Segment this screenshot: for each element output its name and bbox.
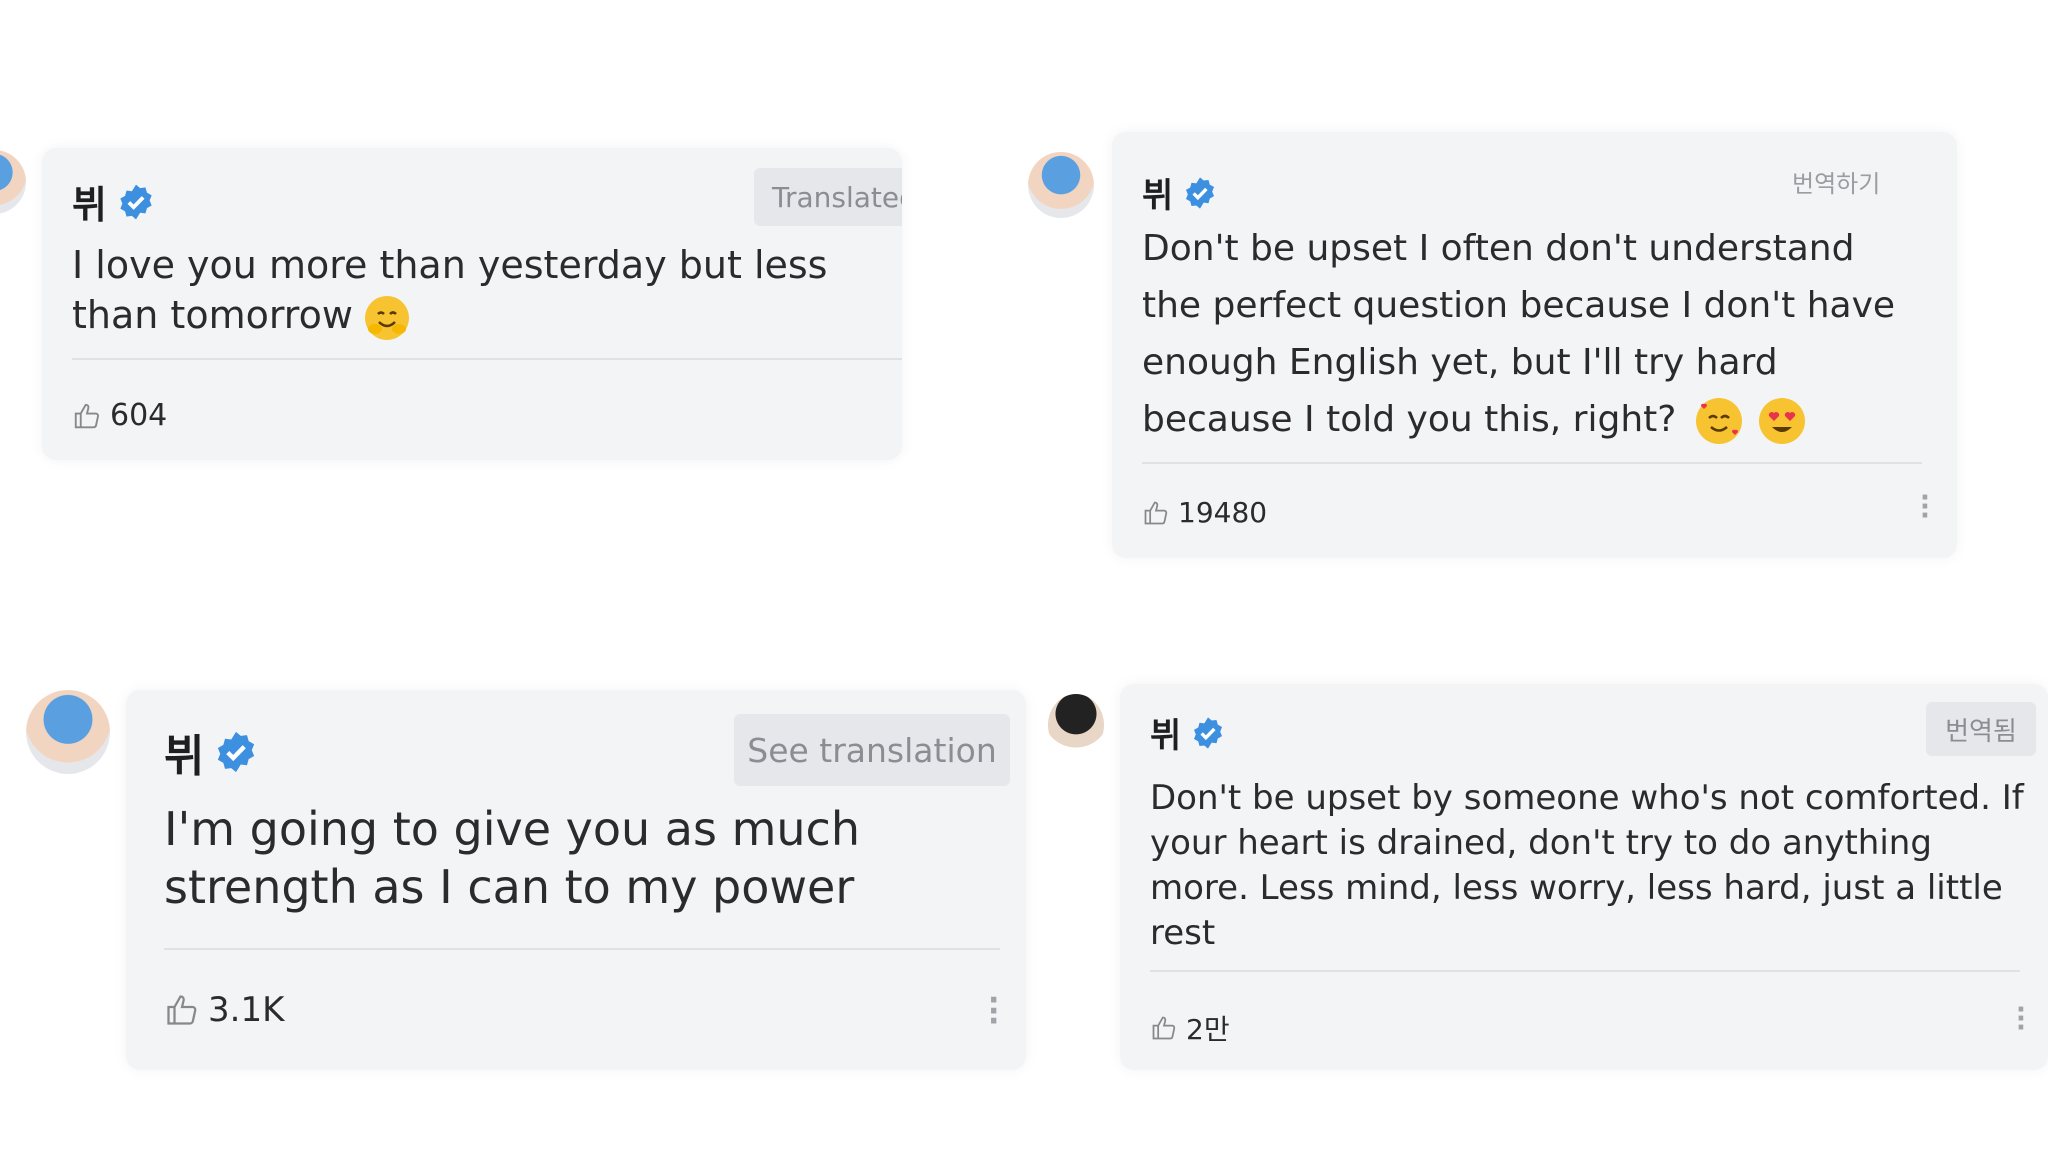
comment-card-4: 뷔 번역됨 Don't be upset by someone who's no… [1120,684,2048,1070]
avatar[interactable] [26,690,110,774]
author-name: 뷔 [1142,176,1174,216]
comment-text: I'm going to give you as much strength a… [164,802,860,914]
comment-card-1: 뷔 Translated I love you more than yester… [42,148,902,460]
more-options-icon[interactable]: · · · [988,986,999,1037]
translate-button[interactable]: See translation [734,714,1010,786]
smiling-face-with-hearts-icon [1695,398,1742,444]
verified-badge-icon [120,184,152,219]
more-options-icon[interactable]: · · · [2016,997,2026,1041]
comment-card-3: 뷔 See translation I'm going to give you … [126,690,1026,1070]
comment-text: I love you more than yesterday but less … [72,240,892,340]
author-name: 뷔 [1150,716,1182,756]
comment-author[interactable]: 뷔 [1142,168,1217,217]
comment-text: Don't be upset by someone who's not comf… [1150,778,2024,953]
more-options-icon[interactable]: · · · [1920,485,1930,529]
like-button[interactable]: 2만 [1150,1008,1230,1048]
verified-badge-icon [218,731,255,773]
thumbs-up-icon [1144,501,1168,524]
like-count: 3.1K [208,990,285,1030]
avatar[interactable] [1028,152,1094,218]
like-count: 19480 [1178,496,1268,529]
hugging-face-icon [365,295,410,340]
divider [72,358,902,360]
divider [1142,462,1922,464]
heart-eyes-icon [1759,398,1806,444]
like-count: 604 [110,398,168,433]
translate-button[interactable]: 번역됨 [1926,702,2036,756]
comment-card-2: 뷔 번역하기 Don't be upset I often don't unde… [1112,132,1957,558]
avatar[interactable] [1048,694,1104,756]
like-button[interactable]: 19480 [1142,496,1267,529]
avatar[interactable] [0,150,26,214]
comment-author[interactable]: 뷔 [72,174,155,229]
divider [164,948,1000,950]
verified-badge-icon [1186,176,1215,209]
like-button[interactable]: 3.1K [164,990,284,1030]
like-button[interactable]: 604 [72,398,167,433]
translate-button[interactable]: Translated [754,168,902,226]
translate-link[interactable]: 번역하기 [1792,164,1880,199]
comment-text: Don't be upset I often don't understand … [1142,220,1922,448]
thumbs-up-icon [74,403,99,428]
divider [1150,970,2020,972]
verified-badge-icon [1194,716,1223,749]
thumbs-up-icon [167,995,197,1025]
comment-author[interactable]: 뷔 [1150,708,1225,757]
author-name: 뷔 [72,183,107,227]
author-name: 뷔 [164,731,205,782]
like-count: 2만 [1186,1013,1230,1046]
thumbs-up-icon [1152,1016,1176,1040]
comment-author[interactable]: 뷔 [164,720,258,784]
